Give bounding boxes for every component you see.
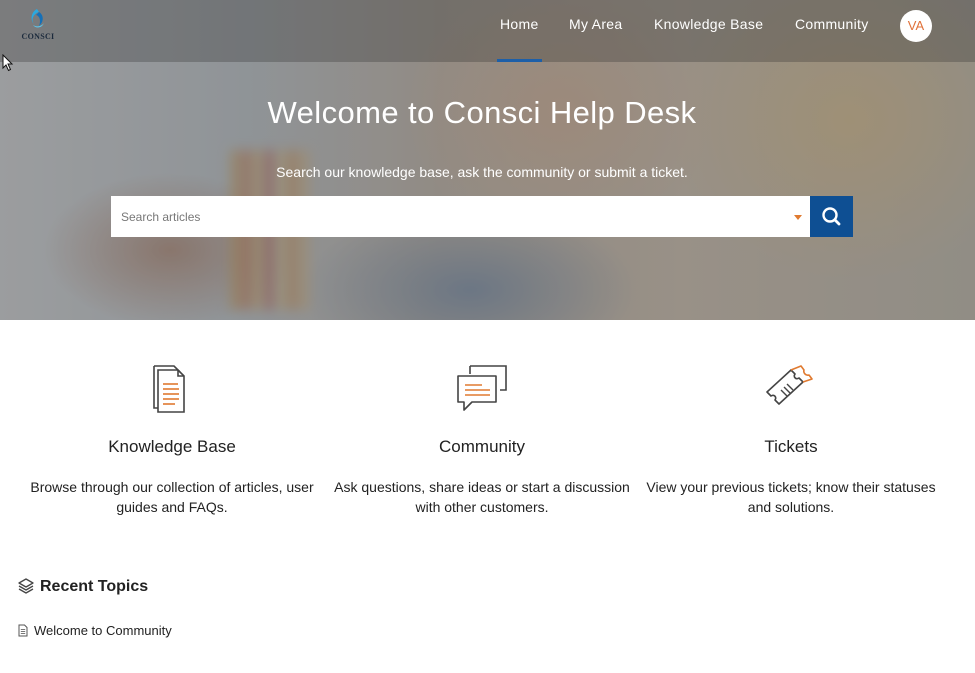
- document-icon: [18, 624, 28, 637]
- top-navigation-bar: CONSCI Home My Area Knowledge Base Commu…: [0, 0, 975, 62]
- feature-title: Community: [439, 437, 525, 456]
- search-scope-dropdown-icon[interactable]: [794, 215, 802, 220]
- layers-icon: [18, 578, 34, 594]
- feature-title: Knowledge Base: [108, 437, 236, 456]
- recent-topics-heading: Recent Topics: [40, 578, 149, 595]
- search-bar: [111, 196, 810, 237]
- search-input[interactable]: [111, 196, 781, 237]
- consci-logo[interactable]: CONSCI: [18, 8, 58, 44]
- nav-home[interactable]: Home: [500, 16, 539, 32]
- nav-knowledge-base[interactable]: Knowledge Base: [654, 16, 763, 32]
- feature-description: View your previous tickets; know their s…: [646, 479, 936, 515]
- user-avatar[interactable]: VA: [900, 10, 932, 42]
- recent-topic-link[interactable]: Welcome to Community: [34, 623, 172, 638]
- search-icon: [822, 207, 841, 226]
- hero-banner: CONSCI Home My Area Knowledge Base Commu…: [0, 0, 975, 320]
- ticket-icon: [766, 365, 813, 405]
- nav-community[interactable]: Community: [795, 16, 869, 32]
- nav-my-area[interactable]: My Area: [569, 16, 622, 32]
- feature-description: Ask questions, share ideas or start a di…: [334, 479, 630, 515]
- consci-logo-icon: [31, 9, 44, 28]
- chat-bubbles-icon: [457, 365, 507, 411]
- hero-subtitle: Search our knowledge base, ask the commu…: [276, 164, 688, 180]
- document-stack-icon: [153, 365, 185, 413]
- mouse-cursor-icon: [2, 54, 14, 72]
- nav-active-indicator: [497, 59, 542, 62]
- logo-text: CONSCI: [21, 32, 55, 41]
- feature-description: Browse through our collection of article…: [30, 479, 314, 515]
- feature-title: Tickets: [764, 437, 818, 456]
- page-title: Welcome to Consci Help Desk: [267, 95, 697, 130]
- search-button[interactable]: [810, 196, 853, 237]
